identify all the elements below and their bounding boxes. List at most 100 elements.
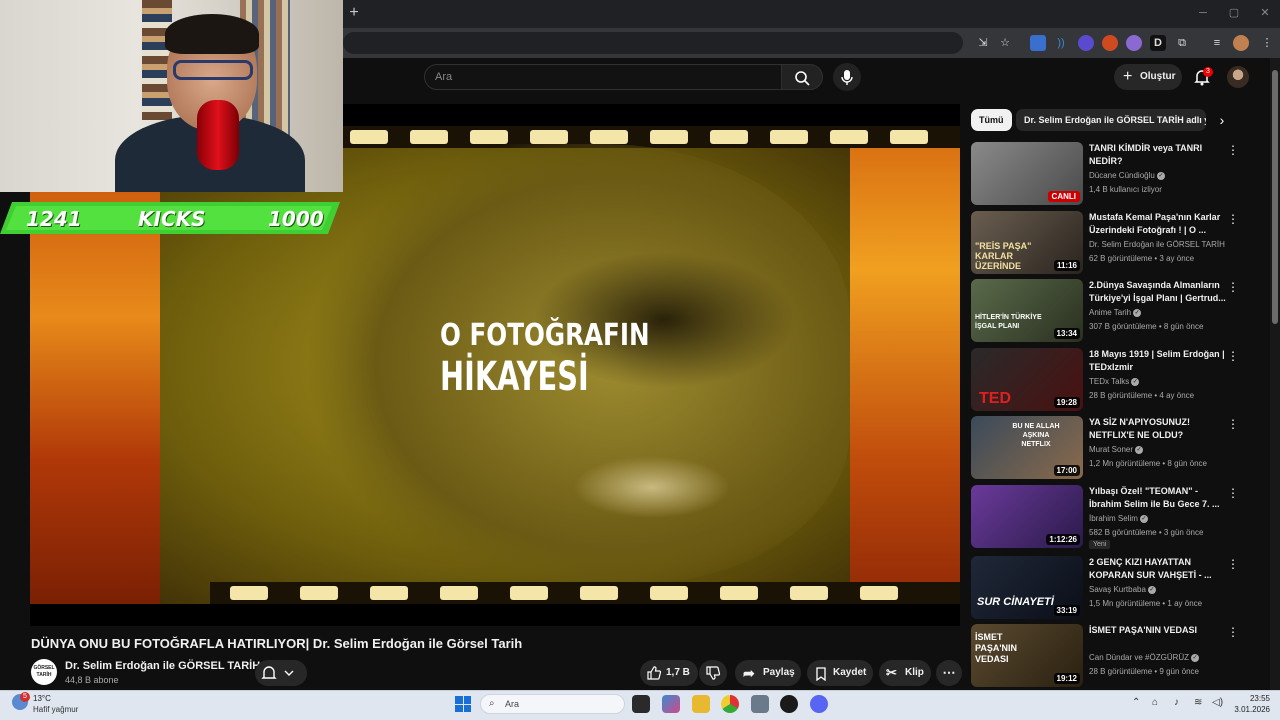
address-bar[interactable] <box>343 32 963 54</box>
network-icon[interactable]: ⌂ <box>1152 697 1158 708</box>
like-button[interactable]: 1,7 B <box>640 660 698 686</box>
recommendation-title[interactable]: 2 GENÇ KIZI HAYATTAN KOPARAN SUR VAHŞETİ… <box>1089 556 1227 582</box>
wifi-icon[interactable]: ≋ <box>1194 697 1202 708</box>
kebab-menu-icon[interactable]: ⋮ <box>1227 486 1239 500</box>
voice-search-button[interactable] <box>833 63 861 91</box>
recommendation-meta: 28 B görüntüleme • 9 gün önce <box>1089 667 1199 676</box>
save-button[interactable]: Kaydet <box>807 660 873 686</box>
video-thumbnail[interactable]: İSMET PAŞA'NIN VEDASI 19:12 <box>971 624 1083 687</box>
clip-button[interactable]: ✂ Klip <box>879 660 931 686</box>
video-thumbnail[interactable]: TED 19:28 <box>971 348 1083 411</box>
snipping-tool-icon[interactable] <box>751 695 769 713</box>
recommendation-meta: 62 B görüntüleme • 3 ay önce <box>1089 254 1195 263</box>
minimize-button[interactable]: ─ <box>1193 6 1213 20</box>
weather-text[interactable]: Hafif yağmur <box>33 705 78 714</box>
kebab-menu-icon[interactable]: ⋮ <box>1227 143 1239 157</box>
shield-icon[interactable] <box>1078 35 1094 51</box>
kebab-menu-icon[interactable]: ⋮ <box>1227 280 1239 294</box>
recommendation-title[interactable]: 18 Mayıs 1919 | Selim Erdoğan | TEDxIzmi… <box>1089 348 1227 374</box>
menu-icon[interactable]: ⋮ <box>1259 35 1275 51</box>
recommendation-title[interactable]: 2.Dünya Savaşında Almanların Türkiye'yi … <box>1089 279 1227 305</box>
recommendation-meta: 1,2 Mn görüntüleme • 8 gün önce <box>1089 459 1207 468</box>
kebab-menu-icon[interactable]: ⋮ <box>1227 417 1239 431</box>
recommendation-channel: İbrahim Selim ✓ <box>1089 514 1148 523</box>
discord-icon[interactable] <box>810 695 828 713</box>
create-button[interactable]: + Oluştur <box>1114 64 1182 90</box>
recommendation-item[interactable]: TED 19:28 18 Mayıs 1919 | Selim Erdoğan … <box>971 348 1263 412</box>
share-button[interactable]: ➦ Paylaş <box>735 660 801 686</box>
install-app-icon[interactable]: ⇲ <box>975 35 991 51</box>
video-thumbnail[interactable]: "REİS PAŞA" KARLAR ÜZERİNDE 11:16 <box>971 211 1083 274</box>
chrome-icon[interactable] <box>721 695 739 713</box>
file-explorer-icon[interactable] <box>692 695 710 713</box>
fox-icon[interactable] <box>1102 35 1118 51</box>
task-view-icon[interactable] <box>632 695 650 713</box>
profile-icon[interactable] <box>1233 35 1249 51</box>
kebab-menu-icon[interactable]: ⋮ <box>1227 625 1239 639</box>
subscription-bell-button[interactable] <box>255 660 307 686</box>
dislike-button[interactable] <box>699 660 727 686</box>
recommendation-title[interactable]: Yılbaşı Özel! "TEOMAN" - İbrahim Selim i… <box>1089 485 1227 511</box>
video-thumbnail[interactable]: CANLI <box>971 142 1083 205</box>
clock-time: 23:55 <box>1249 694 1270 703</box>
obs-icon[interactable] <box>780 695 798 713</box>
translate-icon[interactable] <box>1030 35 1046 51</box>
recommendation-item[interactable]: İSMET PAŞA'NIN VEDASI 19:12 İSMET PAŞA'N… <box>971 624 1263 688</box>
chevron-right-icon[interactable]: › <box>1212 110 1232 130</box>
save-label: Kaydet <box>833 667 867 678</box>
chip-all[interactable]: Tümü <box>971 109 1012 131</box>
search-input[interactable]: Ara <box>424 64 782 90</box>
video-thumbnail[interactable]: SUR CİNAYETİ 33:19 <box>971 556 1083 619</box>
recommendation-title[interactable]: İSMET PAŞA'NIN VEDASI <box>1089 624 1227 637</box>
search-button[interactable] <box>781 64 823 90</box>
new-tab-button[interactable]: + <box>346 4 362 22</box>
system-clock[interactable]: 23:55 3.01.2026 <box>1230 693 1270 715</box>
bookmark-star-icon[interactable]: ☆ <box>997 35 1013 51</box>
like-count: 1,7 B <box>666 667 690 678</box>
puzzle-icon[interactable]: ⧉ <box>1174 35 1190 51</box>
tray-overflow-icon[interactable]: ⌃ <box>1132 697 1140 708</box>
video-thumbnail[interactable]: BU NE ALLAH AŞKINA NETFLIX 17:00 <box>971 416 1083 479</box>
close-window-button[interactable]: ✕ <box>1255 6 1275 20</box>
start-button[interactable] <box>455 696 471 712</box>
reading-list-icon[interactable]: ≡ <box>1209 35 1225 51</box>
recommendation-item[interactable]: "REİS PAŞA" KARLAR ÜZERİNDE 11:16 Mustaf… <box>971 211 1263 275</box>
microphone-icon <box>841 70 853 85</box>
video-thumbnail[interactable]: 1:12:26 <box>971 485 1083 548</box>
account-avatar[interactable] <box>1227 66 1249 88</box>
channel-avatar[interactable]: GÖRSEL TARİH <box>31 659 57 685</box>
recommendation-title[interactable]: YA SİZ N'APIYOSUNUZ! NETFLIX'E NE OLDU? <box>1089 416 1227 442</box>
maximize-button[interactable]: ▢ <box>1224 6 1244 20</box>
recommendation-channel: Anime Tarih ✓ <box>1089 308 1142 317</box>
recommendation-title[interactable]: TANRI KİMDİR veya TANRI NEDİR? <box>1089 142 1227 168</box>
channel-name[interactable]: Dr. Selim Erdoğan ile GÖRSEL TARİH <box>65 660 260 672</box>
kebab-menu-icon[interactable]: ⋮ <box>1227 557 1239 571</box>
recommendation-channel: Savaş Kurtbaba ✓ <box>1089 585 1156 594</box>
recommendation-item[interactable]: BU NE ALLAH AŞKINA NETFLIX 17:00 YA SİZ … <box>971 416 1263 480</box>
kebab-menu-icon[interactable]: ⋮ <box>1227 349 1239 363</box>
video-thumbnail[interactable]: HİTLER'İN TÜRKİYE İŞGAL PLANI 13:34 <box>971 279 1083 342</box>
recommendation-item[interactable]: HİTLER'İN TÜRKİYE İŞGAL PLANI 13:34 2.Dü… <box>971 279 1263 343</box>
copilot-icon[interactable] <box>662 695 680 713</box>
more-icon: ⋯ <box>942 665 956 680</box>
audio-icon[interactable]: )) <box>1053 35 1069 51</box>
more-actions-button[interactable]: ⋯ <box>936 660 962 686</box>
recommendation-item[interactable]: 1:12:26 Yılbaşı Özel! "TEOMAN" - İbrahim… <box>971 485 1263 549</box>
volume-icon[interactable]: ◁) <box>1212 697 1223 708</box>
scrollbar-thumb[interactable] <box>1272 70 1278 324</box>
webcam-overlay <box>0 0 343 192</box>
video-frame-text-line1: O FOTOĞRAFIN <box>440 318 650 353</box>
d-extension-icon[interactable]: D <box>1150 35 1166 51</box>
taskbar-search[interactable]: ⌕ Ara <box>480 694 625 714</box>
recommendation-title[interactable]: Mustafa Kemal Paşa'nın Karlar Üzerindeki… <box>1089 211 1227 237</box>
duration-badge: 13:34 <box>1053 328 1080 339</box>
plus-icon: + <box>1123 68 1133 85</box>
recommendation-item[interactable]: CANLI TANRI KİMDİR veya TANRI NEDİR? Düc… <box>971 142 1263 206</box>
microphone-tray-icon[interactable]: ♪ <box>1174 697 1179 708</box>
cloud-icon[interactable] <box>1126 35 1142 51</box>
film-strip-top <box>340 126 960 148</box>
recommendation-item[interactable]: SUR CİNAYETİ 33:19 2 GENÇ KIZI HAYATTAN … <box>971 556 1263 620</box>
kebab-menu-icon[interactable]: ⋮ <box>1227 212 1239 226</box>
chip-channel[interactable]: Dr. Selim Erdoğan ile GÖRSEL TARİH adlı … <box>1016 109 1206 131</box>
temperature[interactable]: 13°C <box>33 694 51 703</box>
